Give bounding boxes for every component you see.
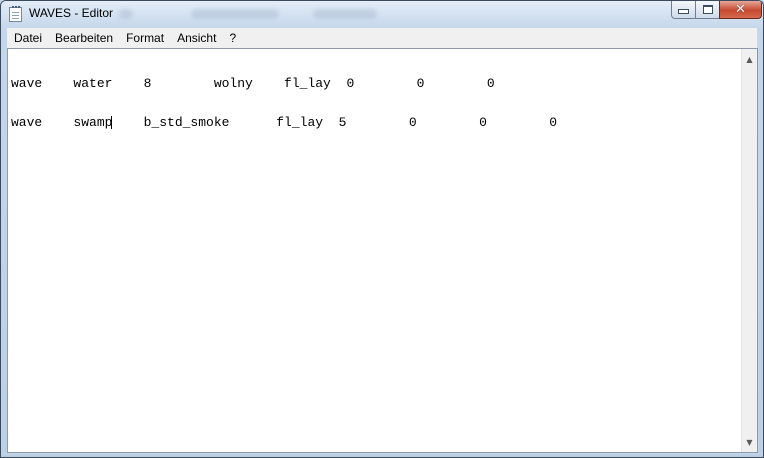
maximize-icon xyxy=(702,5,713,14)
title-bar[interactable]: WAVES - Editor ✕ xyxy=(1,1,763,27)
menu-format[interactable]: Format xyxy=(119,29,170,47)
editor-window: WAVES - Editor ✕ Datei Bearbeiten Format… xyxy=(0,0,764,458)
background-ghost xyxy=(313,9,377,19)
background-ghost xyxy=(191,9,279,19)
menu-datei[interactable]: Datei xyxy=(7,29,48,47)
menu-bearbeiten[interactable]: Bearbeiten xyxy=(48,29,119,47)
text-before-caret: wave swamp xyxy=(11,115,113,130)
menu-bar: Datei Bearbeiten Format Ansicht ? xyxy=(7,28,757,49)
maximize-button[interactable] xyxy=(695,1,720,19)
text-after-caret: b_std_smoke fl_lay 5 0 0 0 xyxy=(112,115,558,130)
close-button[interactable]: ✕ xyxy=(719,1,762,19)
scroll-down-icon[interactable]: ▼ xyxy=(742,434,757,450)
menu-ansicht[interactable]: Ansicht xyxy=(170,29,222,47)
text-line: wave water 8 wolny fl_lay 0 0 0 xyxy=(11,76,495,91)
notepad-icon[interactable] xyxy=(9,6,22,22)
scroll-up-icon[interactable]: ▲ xyxy=(742,51,757,67)
close-icon: ✕ xyxy=(735,2,746,17)
minimize-button[interactable] xyxy=(671,1,696,19)
menu-help[interactable]: ? xyxy=(222,29,242,47)
text-editor[interactable]: wave water 8 wolny fl_lay 0 0 0 wave swa… xyxy=(7,48,758,453)
window-title: WAVES - Editor xyxy=(29,6,114,20)
window-bottom-border xyxy=(1,453,763,457)
vertical-scrollbar[interactable]: ▲ ▼ xyxy=(741,49,757,452)
background-ghost xyxy=(119,9,133,19)
text-line-with-caret: wave swamp b_std_smoke fl_lay 5 0 0 0 xyxy=(11,116,743,129)
minimize-icon xyxy=(678,9,689,14)
text-area[interactable]: wave water 8 wolny fl_lay 0 0 0 wave swa… xyxy=(8,49,743,452)
